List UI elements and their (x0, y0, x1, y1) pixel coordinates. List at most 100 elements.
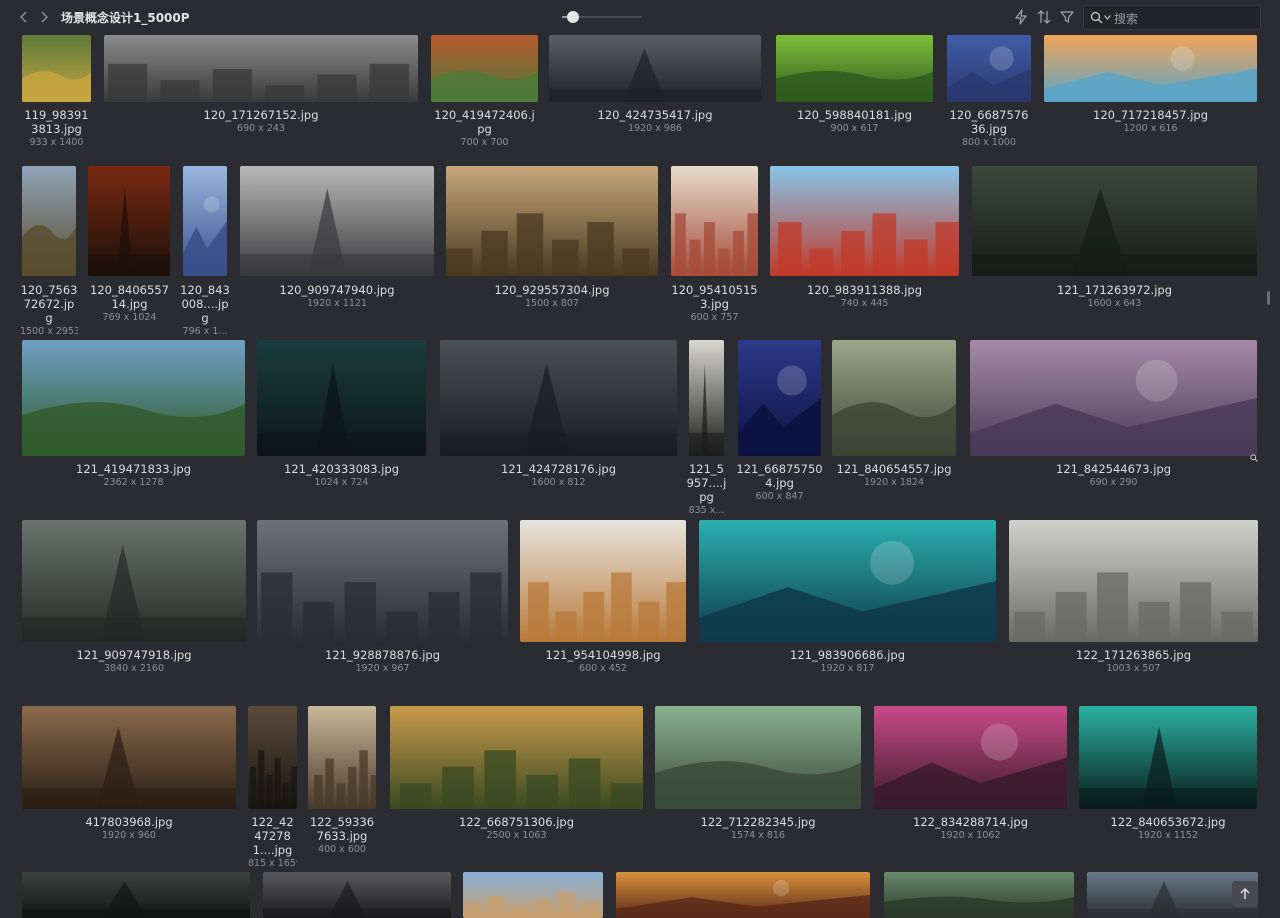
thumbnail-dimensions: 1920 x 1121 (306, 298, 367, 309)
sort-icon (1037, 10, 1051, 24)
thumbnail-image[interactable] (616, 872, 870, 918)
filter-button[interactable] (1058, 8, 1076, 26)
thumbnail-image[interactable] (390, 706, 643, 809)
folder-title: 场景概念设计1_5000P (61, 11, 190, 25)
thumbnail-image[interactable] (88, 166, 170, 276)
thumbnail-dimensions: 1500 x 807 (525, 298, 579, 309)
thumbnail-image[interactable] (240, 166, 434, 276)
thumbnail-image[interactable] (248, 706, 297, 809)
thumbnail-dimensions: 2500 x 1063 (486, 830, 547, 841)
lightning-icon (1015, 9, 1027, 25)
thumbnail-filename: 121_983906686.jpg (790, 648, 905, 662)
chevron-down-icon[interactable] (1104, 15, 1111, 20)
thumbnail-dimensions: 1920 x 817 (820, 663, 875, 674)
thumbnail-image[interactable] (776, 35, 933, 102)
scroll-to-top-button[interactable] (1232, 881, 1258, 907)
thumbnail-image[interactable] (520, 520, 686, 642)
thumbnail-image[interactable] (689, 340, 724, 456)
thumbnail-image[interactable] (884, 872, 1074, 918)
thumbnail-image[interactable] (947, 35, 1031, 102)
thumbnail-dimensions: 796 x 1... (182, 326, 228, 337)
thumbnail-dimensions: 1920 x 960 (102, 830, 156, 841)
thumbnail-image[interactable] (308, 706, 376, 809)
thumbnail-filename: 120_929557304.jpg (494, 283, 610, 297)
thumbnail-image[interactable] (972, 166, 1257, 276)
thumbnail-image[interactable] (549, 35, 761, 102)
thumbnail-image[interactable] (832, 340, 956, 456)
thumbnail-image[interactable] (770, 166, 959, 276)
thumbnail-image[interactable] (1009, 520, 1258, 642)
thumbnail-filename: 121_842544673.jpg (1056, 462, 1171, 476)
thumbnail-dimensions: 1600 x 643 (1087, 298, 1142, 309)
thumbnail-filename: 121_928878876.jpg (325, 648, 440, 662)
thumbnail-image[interactable] (874, 706, 1067, 809)
thumbnail-dimensions: 600 x 757 (690, 312, 739, 323)
thumbnail-image[interactable] (431, 35, 538, 102)
thumbnail-filename: 122_840653672.jpg (1110, 815, 1226, 829)
thumbnail-filename: 121_424728176.jpg (501, 462, 616, 476)
thumbnail-image[interactable] (22, 35, 91, 102)
thumbnail-image[interactable] (104, 35, 418, 102)
thumbnail-image[interactable] (22, 706, 236, 809)
thumbnail-dimensions: 600 x 847 (755, 491, 804, 502)
thumbnail-image[interactable] (257, 520, 508, 642)
scrollbar-thumb[interactable] (1267, 291, 1270, 305)
thumbnail-image[interactable] (446, 166, 658, 276)
thumbnail-image[interactable] (970, 340, 1257, 456)
zoom-slider[interactable] (562, 11, 642, 23)
thumbnail-dimensions: 1600 x 812 (531, 477, 586, 488)
thumbnail-filename: 122_712282345.jpg (700, 815, 816, 829)
toolbar: 场景概念设计1_5000P 搜索 (0, 0, 1280, 34)
magnify-icon (1250, 447, 1258, 462)
thumbnail-image[interactable] (22, 166, 76, 276)
zoom-slider-handle[interactable] (567, 11, 580, 23)
thumbnail-filename: 121_840654557.jpg (836, 462, 952, 476)
thumbnail-image[interactable] (263, 872, 451, 918)
thumbnail-image[interactable] (1044, 35, 1257, 102)
thumbnail-filename: 120_668757636.jpg (949, 108, 1029, 136)
thumbnail-dimensions: 769 x 1024 (102, 312, 157, 323)
thumbnail-image[interactable] (22, 340, 245, 456)
thumbnail-image[interactable] (671, 166, 758, 276)
back-button[interactable] (16, 8, 32, 26)
thumbnail-image[interactable] (655, 706, 861, 809)
thumbnail-dimensions: 835 x... (688, 505, 725, 516)
forward-button[interactable] (36, 8, 52, 26)
flash-filter-button[interactable] (1012, 8, 1030, 26)
thumbnail-image[interactable] (22, 520, 246, 642)
thumbnail-image[interactable] (1079, 706, 1257, 809)
search-input[interactable]: 搜索 (1114, 10, 1138, 27)
thumbnail-dimensions: 1920 x 1824 (863, 477, 924, 488)
search-icon (1090, 11, 1103, 24)
thumbnail-dimensions: 1003 x 507 (1106, 663, 1161, 674)
thumbnail-dimensions: 933 x 1400 (29, 137, 84, 148)
thumbnail-image[interactable] (699, 520, 996, 642)
thumbnail-image[interactable] (257, 340, 426, 456)
thumbnail-filename: 120_756372672.jpg (20, 283, 78, 325)
thumbnail-image[interactable] (22, 872, 250, 918)
thumbnail-filename: 120_909747940.jpg (279, 283, 395, 297)
thumbnail-grid: 119_983913813.jpg 933 x 1400 120_171267152… (0, 0, 1280, 918)
thumbnail-image[interactable] (463, 872, 603, 918)
search-box[interactable]: 搜索 (1083, 5, 1261, 30)
thumbnail-filename: 120_843008....jpg (180, 283, 230, 325)
thumbnail-filename: 121_420333083.jpg (284, 462, 399, 476)
thumbnail-image[interactable] (440, 340, 677, 456)
thumbnail-dimensions: 740 x 445 (840, 298, 889, 309)
thumbnail-dimensions: 1920 x 1152 (1137, 830, 1198, 841)
thumbnail-image[interactable] (183, 166, 227, 276)
thumbnail-image[interactable] (738, 340, 821, 456)
thumbnail-filename: 122_42472781....jpg (251, 815, 294, 857)
thumbnail-dimensions: 690 x 243 (237, 123, 285, 134)
thumbnail-filename: 121_668757504.jpg (736, 462, 823, 490)
sort-button[interactable] (1035, 8, 1053, 26)
filter-icon (1060, 11, 1074, 23)
arrow-up-icon (1240, 887, 1250, 899)
thumbnail-dimensions: 815 x 1659 (248, 858, 297, 869)
thumbnail-filename: 120_419472406.jpg (434, 108, 535, 136)
thumbnail-filename: 417803968.jpg (85, 815, 173, 829)
thumbnail-filename: 120_840655714.jpg (90, 283, 169, 311)
thumbnail-dimensions: 1920 x 967 (355, 663, 410, 674)
thumbnail-dimensions: 1574 x 816 (731, 830, 785, 841)
thumbnail-dimensions: 1024 x 724 (314, 477, 369, 488)
